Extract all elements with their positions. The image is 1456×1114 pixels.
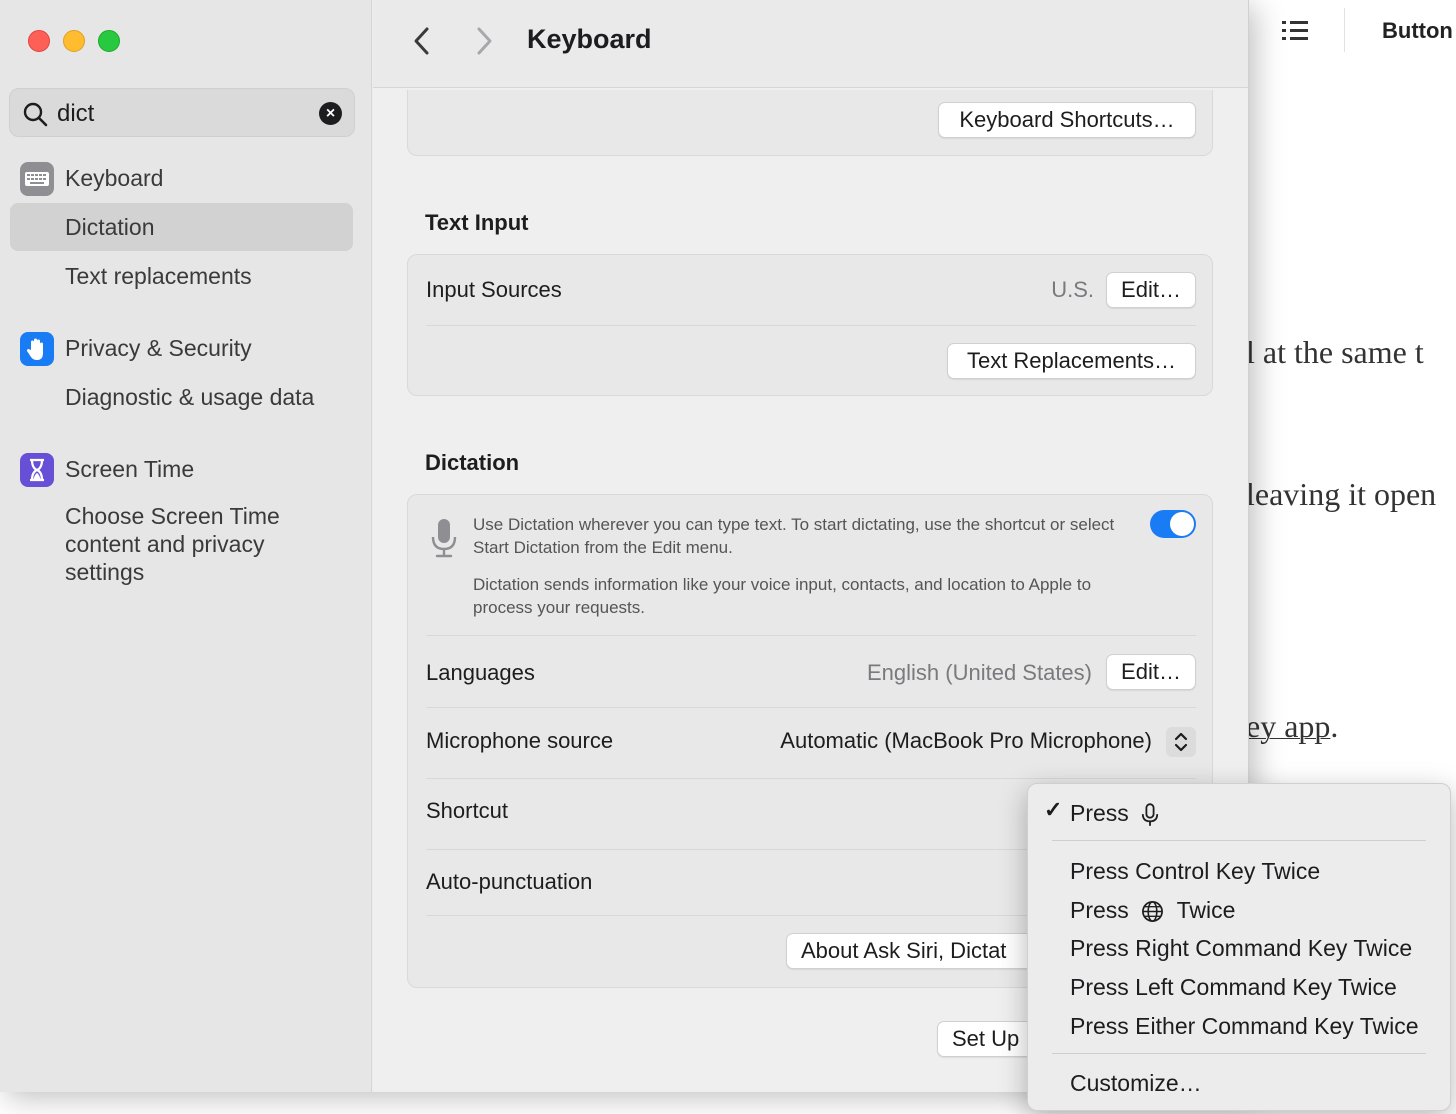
- auto-punctuation-label: Auto-punctuation: [426, 869, 593, 894]
- menu-item-customize[interactable]: Customize…: [1070, 1067, 1202, 1099]
- background-text-line: ey app.: [1246, 708, 1338, 745]
- globe-icon: [1142, 901, 1164, 923]
- microphone-icon: [1142, 803, 1159, 826]
- background-link[interactable]: ey app: [1246, 708, 1330, 744]
- languages-edit-button[interactable]: Edit…: [1106, 654, 1196, 690]
- search-input-value[interactable]: dict: [57, 100, 94, 128]
- sidebar-item-label: Keyboard: [65, 165, 164, 191]
- languages-label: Languages: [426, 660, 535, 685]
- row-divider: [426, 635, 1196, 636]
- sidebar: dict × Keyboard Dictation Text replaceme…: [0, 0, 372, 1092]
- row-divider: [426, 707, 1196, 708]
- menu-item-press-mic[interactable]: Press: [1070, 797, 1159, 829]
- background-text-tail: .: [1330, 708, 1339, 744]
- menu-item-label: Press: [1070, 897, 1129, 923]
- text-replacements-button[interactable]: Text Replacements…: [947, 343, 1196, 379]
- input-sources-label: Input Sources: [426, 277, 562, 302]
- shortcut-label: Shortcut: [426, 798, 508, 823]
- toolbar: Keyboard: [373, 0, 1248, 88]
- text-input-group: Input Sources U.S. Edit… Text Replacemen…: [407, 254, 1213, 396]
- popup-chevron-icon[interactable]: [1166, 727, 1196, 757]
- row-divider: [426, 778, 1196, 779]
- background-text-line: l at the same t: [1246, 334, 1424, 370]
- keyboard-shortcuts-button[interactable]: Keyboard Shortcuts…: [938, 102, 1196, 138]
- list-icon[interactable]: [1280, 16, 1310, 46]
- sidebar-item-label: Privacy & Security: [65, 335, 252, 361]
- sidebar-item-screen-time[interactable]: Screen Time: [10, 445, 353, 493]
- dictation-toggle[interactable]: [1150, 510, 1196, 538]
- zoom-window-button[interactable]: [98, 30, 120, 52]
- menu-item-right-command-twice[interactable]: Press Right Command Key Twice: [1070, 932, 1412, 964]
- search-icon: [23, 102, 48, 127]
- sidebar-item-text-replacements[interactable]: Text replacements: [10, 252, 353, 300]
- sidebar-item-privacy-security[interactable]: Privacy & Security: [10, 324, 353, 372]
- search-field[interactable]: dict ×: [9, 88, 355, 137]
- menu-item-left-command-twice[interactable]: Press Left Command Key Twice: [1070, 971, 1397, 1003]
- microphone-source-value[interactable]: Automatic (MacBook Pro Microphone): [780, 728, 1152, 754]
- hourglass-icon: [20, 453, 54, 487]
- sidebar-item-screen-time-content[interactable]: Choose Screen Time content and privacy s…: [10, 500, 353, 590]
- hand-icon: [20, 332, 54, 366]
- forward-chevron-icon[interactable]: [471, 24, 497, 58]
- sidebar-item-diagnostic-usage[interactable]: Diagnostic & usage data: [10, 373, 353, 421]
- sidebar-item-label: Dictation: [65, 214, 155, 240]
- set-up-button[interactable]: Set Up: [937, 1021, 1037, 1057]
- menu-separator: [1052, 1053, 1426, 1054]
- menu-item-label: Press: [1070, 800, 1129, 826]
- menu-item-globe-twice[interactable]: Press Twice: [1070, 894, 1235, 926]
- section-title-dictation: Dictation: [425, 450, 520, 475]
- minimize-window-button[interactable]: [63, 30, 85, 52]
- clear-search-icon[interactable]: ×: [319, 102, 342, 125]
- keyboard-icon: [20, 162, 54, 196]
- background-text-line: leaving it open: [1246, 476, 1437, 512]
- microphone-icon: [431, 519, 457, 558]
- sidebar-item-label: Screen Time: [65, 456, 195, 482]
- checkmark-icon: ✓: [1044, 797, 1063, 822]
- microphone-source-label: Microphone source: [426, 728, 614, 753]
- toolbar-divider: [1344, 8, 1345, 52]
- close-window-button[interactable]: [28, 30, 50, 52]
- back-chevron-icon[interactable]: [409, 24, 435, 58]
- sidebar-item-label: Text replacements: [65, 263, 252, 289]
- sidebar-item-label: Choose Screen Time content and privacy s…: [65, 503, 280, 585]
- input-sources-value: U.S.: [1051, 277, 1094, 302]
- shortcut-menu: ✓ Press Press Control Key Twice Press Tw…: [1027, 783, 1451, 1111]
- toggle-knob: [1170, 512, 1194, 536]
- menu-item-either-command-twice[interactable]: Press Either Command Key Twice: [1070, 1010, 1419, 1042]
- input-sources-edit-button[interactable]: Edit…: [1106, 272, 1196, 308]
- dictation-privacy-note: Dictation sends information like your vo…: [473, 575, 1092, 617]
- background-button[interactable]: Button: [1382, 18, 1453, 44]
- page-title: Keyboard: [527, 24, 652, 54]
- keyboard-shortcuts-group: Keyboard Shortcuts…: [407, 90, 1213, 156]
- menu-item-suffix: Twice: [1176, 897, 1236, 923]
- sidebar-item-keyboard[interactable]: Keyboard: [10, 154, 353, 202]
- sidebar-item-dictation[interactable]: Dictation: [10, 203, 353, 251]
- about-siri-dictation-button[interactable]: About Ask Siri, Dictat: [786, 933, 1046, 969]
- dictation-description: Use Dictation wherever you can type text…: [473, 515, 1115, 557]
- row-divider: [426, 325, 1196, 326]
- section-title-text-input: Text Input: [425, 210, 529, 235]
- menu-separator: [1052, 840, 1426, 841]
- languages-value: English (United States): [867, 660, 1092, 685]
- menu-item-control-twice[interactable]: Press Control Key Twice: [1070, 855, 1320, 887]
- sidebar-item-label: Diagnostic & usage data: [65, 384, 315, 410]
